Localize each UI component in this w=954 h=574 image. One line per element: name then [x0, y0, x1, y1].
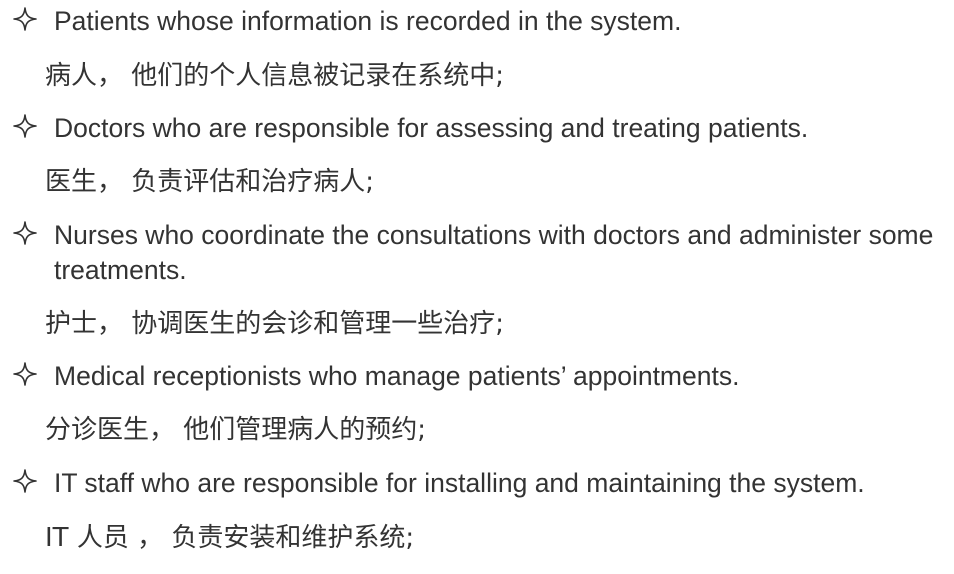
- item-english-text: Medical receptionists who manage patient…: [54, 361, 740, 391]
- item-english-text: Nurses who coordinate the consultations …: [54, 220, 934, 285]
- four-pointed-star-outline-icon: [13, 362, 37, 386]
- item-english-text: Doctors who are responsible for assessin…: [54, 113, 809, 143]
- four-pointed-star-outline-icon: [13, 469, 37, 493]
- item-english-text: Patients whose information is recorded i…: [54, 6, 682, 36]
- item-chinese-text: IT 人员 ， 负责安装和维护系统;: [45, 523, 415, 553]
- item-chinese-text: 护士， 协调医生的会诊和管理一些治疗;: [45, 309, 505, 339]
- four-pointed-star-outline-icon: [13, 114, 37, 138]
- item-chinese-text: 分诊医生， 他们管理病人的预约;: [45, 415, 427, 445]
- four-pointed-star-outline-icon: [13, 221, 37, 245]
- item-english-text: IT staff who are responsible for install…: [54, 468, 865, 498]
- item-chinese-text: 医生， 负责评估和治疗病人;: [45, 167, 375, 197]
- item-chinese-text: 病人， 他们的个人信息被记录在系统中;: [45, 61, 505, 91]
- four-pointed-star-outline-icon: [13, 7, 37, 31]
